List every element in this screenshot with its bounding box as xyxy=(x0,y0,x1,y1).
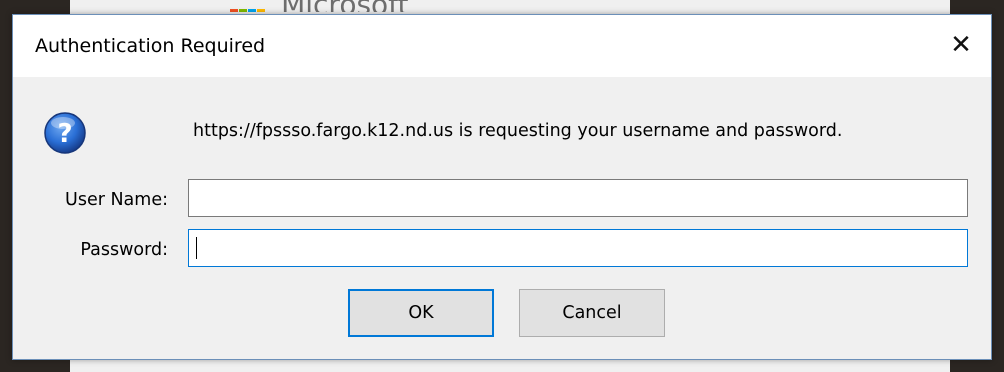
dialog-title: Authentication Required xyxy=(35,35,266,57)
ok-button[interactable]: OK xyxy=(348,289,494,337)
authentication-dialog: Authentication Required ✕ ? https://fpss… xyxy=(12,14,992,360)
microsoft-logo: Microsoft xyxy=(230,0,409,12)
text-caret xyxy=(196,237,197,259)
username-label: User Name: xyxy=(65,190,168,210)
microsoft-logo-text: Microsoft xyxy=(281,0,408,12)
question-icon: ? xyxy=(44,112,86,154)
svg-text:?: ? xyxy=(57,119,72,149)
microsoft-logo-icon xyxy=(230,2,266,12)
cancel-button[interactable]: Cancel xyxy=(519,289,665,337)
dialog-titlebar: Authentication Required ✕ xyxy=(13,15,991,77)
username-input[interactable] xyxy=(188,179,968,217)
request-message: https://fpssso.fargo.k12.nd.us is reques… xyxy=(193,121,843,141)
password-input[interactable] xyxy=(188,229,968,267)
password-label: Password: xyxy=(80,240,168,260)
close-button[interactable]: ✕ xyxy=(931,15,991,75)
